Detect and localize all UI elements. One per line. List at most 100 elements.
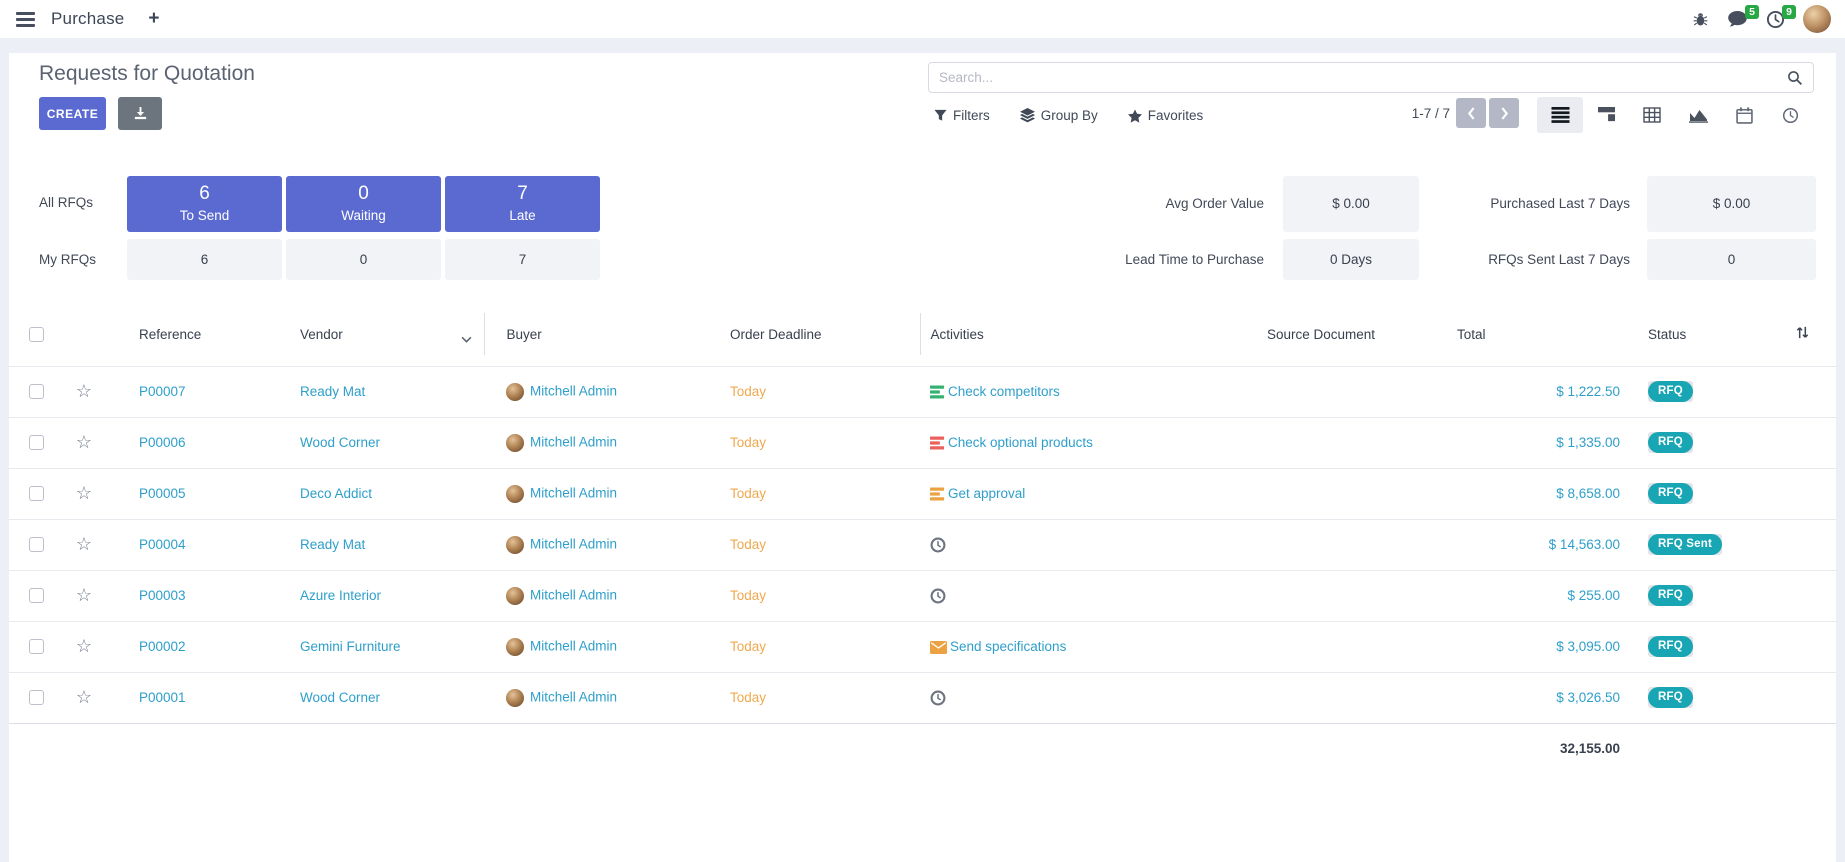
activity-tasks-icon[interactable] xyxy=(930,385,945,399)
pager-range: 1-7 / 7 xyxy=(1339,106,1450,121)
row-checkbox[interactable] xyxy=(29,639,44,654)
favorite-star-icon[interactable]: ☆ xyxy=(76,534,92,554)
graph-view-button[interactable] xyxy=(1675,97,1721,133)
search-icon[interactable] xyxy=(1787,70,1803,86)
debug-bug-icon[interactable] xyxy=(1692,11,1709,27)
create-button[interactable]: CREATE xyxy=(39,97,106,130)
buyer-link[interactable]: Mitchell Admin xyxy=(530,536,617,551)
table-row[interactable]: ☆P00007Ready MatMitchell AdminTodayCheck… xyxy=(9,366,1836,417)
column-header-order-deadline[interactable]: Order Deadline xyxy=(708,313,920,355)
favorite-star-icon[interactable]: ☆ xyxy=(76,687,92,707)
favorite-star-icon[interactable]: ☆ xyxy=(76,636,92,656)
activity-link[interactable]: Check optional products xyxy=(948,435,1093,450)
column-header-source-document[interactable]: Source Document xyxy=(1257,313,1457,355)
filters-button[interactable]: Filters xyxy=(934,108,990,123)
favorite-star-icon[interactable]: ☆ xyxy=(76,432,92,452)
row-checkbox[interactable] xyxy=(29,537,44,552)
pager-previous-button[interactable] xyxy=(1456,98,1486,128)
reference-link[interactable]: P00003 xyxy=(139,588,186,603)
reference-link[interactable]: P00001 xyxy=(139,690,186,705)
buyer-avatar xyxy=(506,638,524,656)
table-row[interactable]: ☆ P00002 Gemini Furniture Mitchell Admin Tod… xyxy=(9,621,1836,672)
row-checkbox[interactable] xyxy=(29,690,44,705)
apps-menu-icon[interactable] xyxy=(14,10,37,29)
table-row[interactable]: ☆P00006Wood CornerMitchell AdminTodayChe… xyxy=(9,417,1836,468)
app-name-menu[interactable]: Purchase xyxy=(51,9,124,29)
table-row[interactable]: ☆P00005Deco AddictMitchell AdminTodayGet… xyxy=(9,468,1836,519)
reference-link[interactable]: P00002 xyxy=(139,639,186,654)
kanban-view-button[interactable] xyxy=(1583,97,1629,133)
favorite-star-icon[interactable]: ☆ xyxy=(76,381,92,401)
my-to-send-value[interactable]: 6 xyxy=(127,239,282,280)
search-input[interactable] xyxy=(939,70,1787,85)
total-amount: $ 3,026.50 xyxy=(1556,690,1620,705)
rfq-list-table: Reference Vendor Buyer Order Deadline Ac… xyxy=(9,313,1836,774)
table-row[interactable]: ☆P00003Azure InteriorMitchell AdminToday… xyxy=(9,570,1836,621)
favorite-star-icon[interactable]: ☆ xyxy=(76,585,92,605)
list-view-button[interactable] xyxy=(1537,97,1583,133)
buyer-link[interactable]: Mitchell Admin xyxy=(530,638,617,653)
activity-tasks-icon[interactable] xyxy=(930,436,945,450)
page-title: Requests for Quotation xyxy=(39,62,255,86)
favorite-star-icon[interactable]: ☆ xyxy=(76,483,92,503)
row-checkbox[interactable] xyxy=(29,384,44,399)
buyer-link[interactable]: Mitchell Admin xyxy=(530,383,617,398)
reference-link[interactable]: P00007 xyxy=(139,384,186,399)
add-tab-button[interactable]: + xyxy=(148,8,159,30)
reference-link[interactable]: P00006 xyxy=(139,435,186,450)
buyer-link[interactable]: Mitchell Admin xyxy=(530,485,617,500)
column-header-vendor[interactable]: Vendor xyxy=(269,313,484,355)
vendor-link[interactable]: Wood Corner xyxy=(300,690,380,705)
group-by-button[interactable]: Group By xyxy=(1020,108,1098,123)
graph-view-icon xyxy=(1689,108,1708,123)
vendor-link[interactable]: Ready Mat xyxy=(300,537,365,552)
status-badge: RFQ xyxy=(1648,585,1693,606)
user-avatar[interactable] xyxy=(1803,5,1831,33)
calendar-view-button[interactable] xyxy=(1721,97,1767,133)
table-row[interactable]: ☆P00004Ready MatMitchell AdminToday$ 14,… xyxy=(9,519,1836,570)
row-checkbox[interactable] xyxy=(29,588,44,603)
table-row[interactable]: ☆P00001Wood CornerMitchell AdminToday$ 3… xyxy=(9,672,1836,723)
export-button[interactable] xyxy=(118,97,162,130)
activity-link[interactable]: Send specifications xyxy=(950,639,1066,654)
row-checkbox[interactable] xyxy=(29,435,44,450)
buyer-avatar xyxy=(506,536,524,554)
activity-clock-icon[interactable] xyxy=(930,537,946,553)
buyer-link[interactable]: Mitchell Admin xyxy=(530,689,617,704)
vendor-link[interactable]: Azure Interior xyxy=(300,588,381,603)
my-waiting-value[interactable]: 0 xyxy=(286,239,441,280)
vendor-link[interactable]: Gemini Furniture xyxy=(300,639,401,654)
optional-columns-icon[interactable] xyxy=(1795,325,1810,340)
reference-link[interactable]: P00005 xyxy=(139,486,186,501)
row-checkbox[interactable] xyxy=(29,486,44,501)
vendor-link[interactable]: Deco Addict xyxy=(300,486,372,501)
column-header-status[interactable]: Status xyxy=(1620,313,1740,355)
column-header-activities[interactable]: Activities xyxy=(920,313,1257,355)
kpi-card-waiting[interactable]: 0 Waiting xyxy=(286,176,441,232)
vendor-link[interactable]: Ready Mat xyxy=(300,384,365,399)
kpi-card-to-send[interactable]: 6 To Send xyxy=(127,176,282,232)
my-late-value[interactable]: 7 xyxy=(445,239,600,280)
reference-link[interactable]: P00004 xyxy=(139,537,186,552)
vendor-link[interactable]: Wood Corner xyxy=(300,435,380,450)
activity-clock-icon[interactable] xyxy=(930,588,946,604)
pager-next-button[interactable] xyxy=(1489,98,1519,128)
buyer-link[interactable]: Mitchell Admin xyxy=(530,587,617,602)
favorites-button[interactable]: Favorites xyxy=(1128,108,1204,123)
activities-button[interactable]: 9 xyxy=(1766,10,1785,29)
column-header-reference[interactable]: Reference xyxy=(109,313,269,355)
kpi-card-late[interactable]: 7 Late xyxy=(445,176,600,232)
select-all-checkbox[interactable] xyxy=(29,327,44,342)
activity-link[interactable]: Get approval xyxy=(948,486,1025,501)
order-deadline-value: Today xyxy=(730,639,766,654)
activity-envelope-icon[interactable] xyxy=(930,641,947,654)
activity-tasks-icon[interactable] xyxy=(930,487,945,501)
buyer-link[interactable]: Mitchell Admin xyxy=(530,434,617,449)
pivot-view-button[interactable] xyxy=(1629,97,1675,133)
activity-view-button[interactable] xyxy=(1767,97,1813,133)
activity-clock-icon[interactable] xyxy=(930,690,946,706)
activity-link[interactable]: Check competitors xyxy=(948,384,1060,399)
messages-button[interactable]: 5 xyxy=(1727,10,1748,28)
column-header-buyer[interactable]: Buyer xyxy=(484,313,708,355)
column-header-total[interactable]: Total xyxy=(1457,313,1620,355)
